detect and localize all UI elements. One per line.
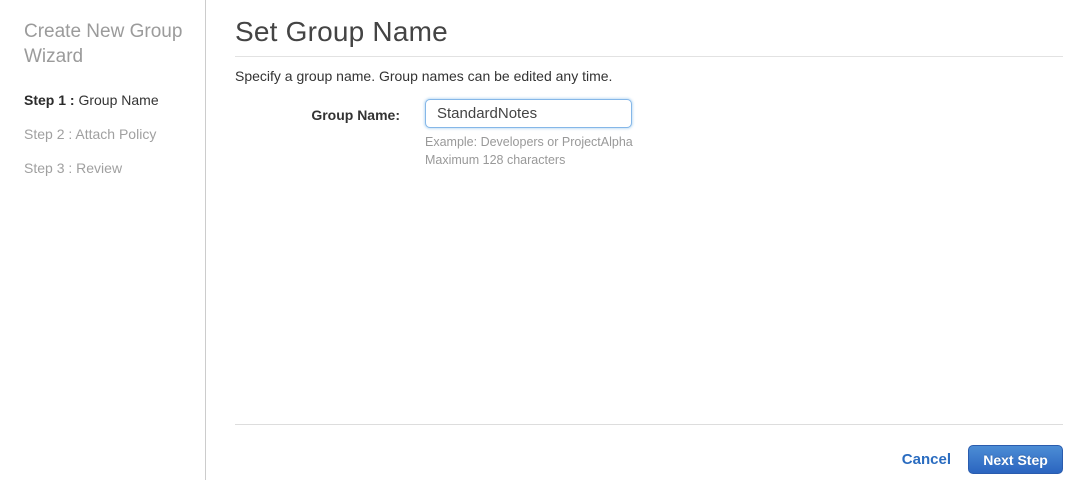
sidebar-step-attach-policy[interactable]: Step 2 : Attach Policy <box>24 127 195 142</box>
hint-max-characters: Maximum 128 characters <box>425 153 566 167</box>
sidebar-step-review[interactable]: Step 3 : Review <box>24 161 195 176</box>
wizard-sidebar: Create New Group Wizard Step 1 : Group N… <box>0 0 206 480</box>
step3-prefix: Step 3 : <box>24 160 73 176</box>
group-name-form-row: Group Name: Example: Developers or Proje… <box>235 99 1063 169</box>
title-divider <box>235 56 1063 57</box>
hint-example: Example: Developers or ProjectAlpha <box>425 135 633 149</box>
sidebar-step-group-name[interactable]: Step 1 : Group Name <box>24 93 195 108</box>
footer-divider <box>235 424 1063 425</box>
group-name-field: Example: Developers or ProjectAlpha Maxi… <box>425 99 633 169</box>
main-content: Set Group Name Specify a group name. Gro… <box>206 0 1073 480</box>
create-group-wizard-page: Create New Group Wizard Step 1 : Group N… <box>0 0 1073 480</box>
wizard-title: Create New Group Wizard <box>24 21 183 67</box>
group-name-input[interactable] <box>425 99 632 128</box>
step2-prefix: Step 2 : <box>24 126 73 142</box>
cancel-button[interactable]: Cancel <box>902 451 951 468</box>
wizard-steps: Step 1 : Group Name Step 2 : Attach Poli… <box>24 93 195 176</box>
footer-actions: Cancel Next Step <box>235 445 1063 474</box>
wizard-footer: Cancel Next Step <box>235 424 1063 480</box>
next-step-button[interactable]: Next Step <box>968 445 1063 474</box>
step1-label: Group Name <box>78 92 159 108</box>
page-title: Set Group Name <box>235 16 448 47</box>
step1-prefix: Step 1 : <box>24 92 75 108</box>
step2-label: Attach Policy <box>75 126 157 142</box>
page-description: Specify a group name. Group names can be… <box>235 68 613 84</box>
group-name-label: Group Name: <box>311 107 400 123</box>
step3-label: Review <box>76 160 123 176</box>
